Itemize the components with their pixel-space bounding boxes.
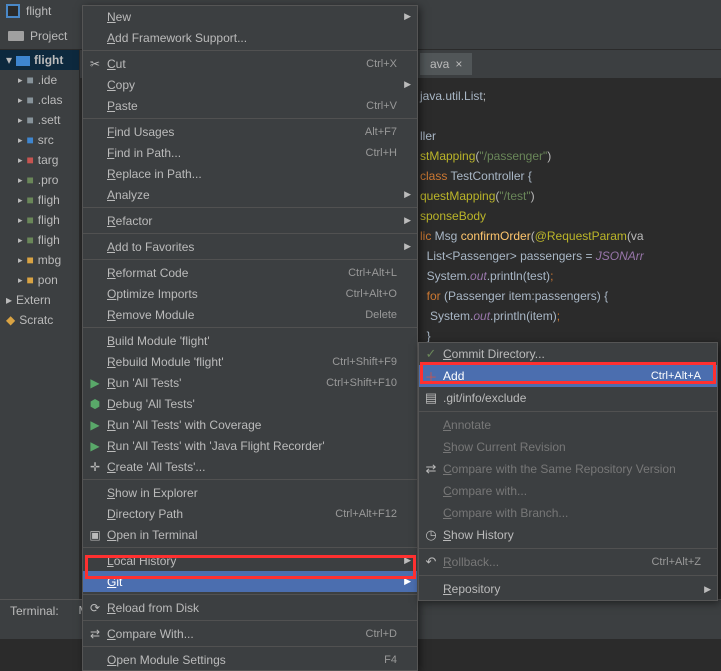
menu-item[interactable]: ▶Run 'All Tests' with 'Java Flight Recor… xyxy=(83,435,417,456)
context-menu[interactable]: New▶Add Framework Support... ✂CutCtrl+XCo… xyxy=(82,5,418,671)
menu-item[interactable]: ▣Open in Terminal xyxy=(83,524,417,545)
tree-item[interactable]: ▸ ■ fligh xyxy=(0,230,79,250)
menu-item[interactable]: Find UsagesAlt+F7 xyxy=(83,121,417,142)
menu-item[interactable]: ✂CutCtrl+X xyxy=(83,53,417,74)
git-submenu[interactable]: ✓Commit Directory...＋AddCtrl+Alt+A▤.git/… xyxy=(418,342,718,601)
submenu-item[interactable]: ＋AddCtrl+Alt+A xyxy=(419,365,717,387)
tree-item[interactable]: ▸ ■ .ide xyxy=(0,70,79,90)
menu-item[interactable]: Optimize ImportsCtrl+Alt+O xyxy=(83,283,417,304)
window-title: flight xyxy=(26,4,51,18)
project-tree[interactable]: ▾ flight ▸ ■ .ide▸ ■ .clas▸ ■ .sett▸ ■ s… xyxy=(0,50,80,599)
tree-root[interactable]: ▾ flight xyxy=(0,50,79,70)
terminal-tab[interactable]: Terminal: xyxy=(0,600,69,639)
menu-item[interactable]: ▶Run 'All Tests' with Coverage xyxy=(83,414,417,435)
tree-item[interactable]: ▸ ■ pon xyxy=(0,270,79,290)
tree-item[interactable]: ▸ ■ fligh xyxy=(0,190,79,210)
submenu-item[interactable]: Repository▶ xyxy=(419,578,717,600)
menu-item[interactable]: Copy▶ xyxy=(83,74,417,95)
menu-item[interactable]: ▶Run 'All Tests'Ctrl+Shift+F10 xyxy=(83,372,417,393)
menu-item[interactable]: Add Framework Support... xyxy=(83,27,417,48)
submenu-item[interactable]: ⇄Compare with the Same Repository Versio… xyxy=(419,458,717,480)
submenu-item[interactable]: ▤.git/info/exclude xyxy=(419,387,717,409)
menu-item[interactable]: Replace in Path... xyxy=(83,163,417,184)
menu-item[interactable]: New▶ xyxy=(83,6,417,27)
menu-item[interactable]: PasteCtrl+V xyxy=(83,95,417,116)
tab-label: ava xyxy=(430,57,449,71)
submenu-item[interactable]: ✓Commit Directory... xyxy=(419,343,717,365)
root-label: flight xyxy=(34,53,63,67)
submenu-item[interactable]: ◷Show History xyxy=(419,524,717,546)
tree-item[interactable]: ▸ ■ targ xyxy=(0,150,79,170)
tree-item[interactable]: ▸ ■ .sett xyxy=(0,110,79,130)
menu-item[interactable]: Reformat CodeCtrl+Alt+L xyxy=(83,262,417,283)
menu-item[interactable]: ⟳Reload from Disk xyxy=(83,597,417,618)
menu-item[interactable]: Analyze▶ xyxy=(83,184,417,205)
tree-scratches[interactable]: ◆ Scratc xyxy=(0,310,79,330)
menu-item[interactable]: Open Module SettingsF4 xyxy=(83,649,417,670)
close-icon[interactable]: × xyxy=(455,57,462,71)
menu-item[interactable]: Local History▶ xyxy=(83,550,417,571)
tree-item[interactable]: ▸ ■ src xyxy=(0,130,79,150)
menu-item[interactable]: Remove ModuleDelete xyxy=(83,304,417,325)
tree-item[interactable]: ▸ ■ .clas xyxy=(0,90,79,110)
menu-item[interactable]: ✛Create 'All Tests'... xyxy=(83,456,417,477)
menu-item[interactable]: ⬢Debug 'All Tests' xyxy=(83,393,417,414)
scratches-icon: ◆ xyxy=(6,313,15,327)
menu-item[interactable]: Directory PathCtrl+Alt+F12 xyxy=(83,503,417,524)
menu-item[interactable]: Find in Path...Ctrl+H xyxy=(83,142,417,163)
tree-external[interactable]: ▸ Extern xyxy=(0,290,79,310)
menu-item[interactable]: Git▶ xyxy=(83,571,417,592)
menu-item[interactable]: Show in Explorer xyxy=(83,482,417,503)
project-label[interactable]: Project xyxy=(30,29,67,43)
tree-item[interactable]: ▸ ■ .pro xyxy=(0,170,79,190)
project-icon xyxy=(6,4,20,18)
tree-item[interactable]: ▸ ■ fligh xyxy=(0,210,79,230)
menu-item[interactable]: Rebuild Module 'flight'Ctrl+Shift+F9 xyxy=(83,351,417,372)
folder-icon xyxy=(16,54,30,66)
submenu-item[interactable]: ↶Rollback...Ctrl+Alt+Z xyxy=(419,551,717,573)
menu-item[interactable]: Add to Favorites▶ xyxy=(83,236,417,257)
project-tool-icon[interactable] xyxy=(8,29,24,43)
chevron-down-icon: ▾ xyxy=(6,53,12,67)
submenu-item[interactable]: Compare with Branch... xyxy=(419,502,717,524)
editor-tab[interactable]: ava × xyxy=(420,53,472,75)
menu-item[interactable]: ⇄Compare With...Ctrl+D xyxy=(83,623,417,644)
tree-item[interactable]: ▸ ■ mbg xyxy=(0,250,79,270)
submenu-item[interactable]: Show Current Revision xyxy=(419,436,717,458)
menu-item[interactable]: Refactor▶ xyxy=(83,210,417,231)
submenu-item[interactable]: Annotate xyxy=(419,414,717,436)
menu-item[interactable]: Build Module 'flight' xyxy=(83,330,417,351)
submenu-item[interactable]: Compare with... xyxy=(419,480,717,502)
